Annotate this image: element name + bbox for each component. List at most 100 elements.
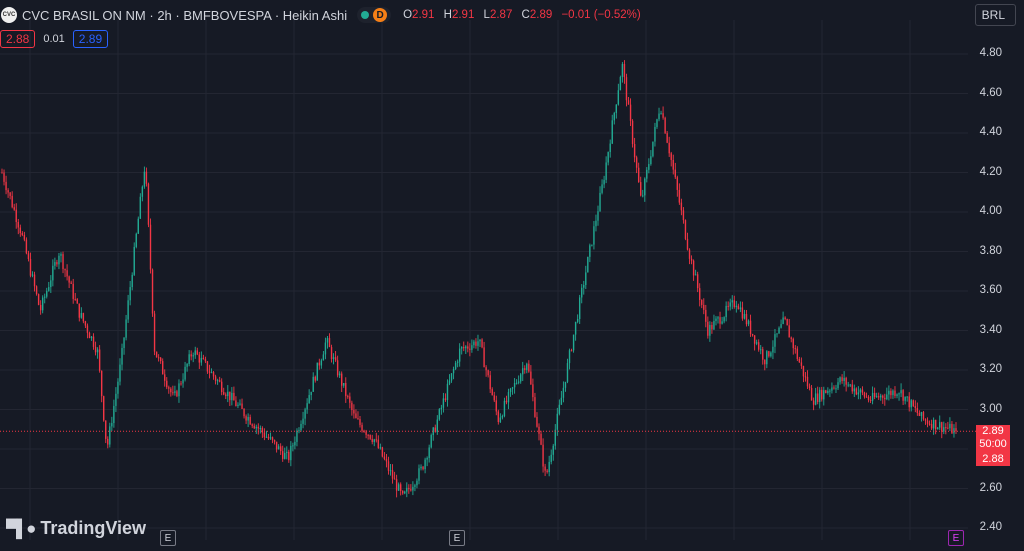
candle bbox=[243, 408, 245, 419]
candle bbox=[90, 335, 93, 341]
candle bbox=[875, 392, 878, 398]
candle bbox=[609, 139, 611, 158]
candle bbox=[847, 381, 849, 388]
candle bbox=[113, 399, 115, 428]
candle bbox=[200, 351, 203, 366]
symbol-logo[interactable]: CVC bbox=[1, 7, 17, 23]
candle bbox=[509, 387, 512, 397]
candle bbox=[713, 314, 715, 330]
candle bbox=[131, 272, 133, 291]
symbol-title[interactable]: CVC BRASIL ON NM · 2h · BMFBOVESPA · Hei… bbox=[22, 8, 347, 23]
candle bbox=[507, 388, 510, 410]
candle bbox=[886, 387, 888, 401]
candle bbox=[664, 116, 666, 135]
price-tick-label: 3.80 bbox=[979, 244, 1002, 257]
bar-countdown-label: 50:00 bbox=[976, 438, 1010, 452]
low-value: 2.87 bbox=[489, 9, 513, 21]
candle bbox=[448, 374, 451, 386]
candle bbox=[139, 193, 142, 219]
candle bbox=[432, 426, 434, 441]
candle bbox=[837, 377, 839, 390]
candle bbox=[37, 293, 40, 306]
candle bbox=[869, 396, 872, 404]
candle bbox=[467, 341, 469, 353]
candle bbox=[322, 351, 325, 361]
candle bbox=[855, 387, 858, 396]
candle bbox=[621, 62, 624, 83]
candle bbox=[739, 301, 742, 313]
candle bbox=[239, 399, 241, 406]
candle bbox=[255, 424, 257, 434]
candle bbox=[465, 345, 467, 355]
candle bbox=[644, 177, 646, 202]
candle bbox=[15, 203, 17, 229]
candle bbox=[326, 335, 329, 349]
tradingview-logo[interactable]: ▀▌● TradingView bbox=[6, 518, 146, 539]
candle bbox=[418, 464, 420, 485]
candle bbox=[19, 224, 22, 237]
candle bbox=[924, 418, 927, 425]
candle bbox=[406, 482, 408, 498]
candle bbox=[943, 421, 945, 435]
candle bbox=[833, 385, 835, 390]
candle bbox=[930, 419, 933, 431]
candle bbox=[330, 344, 333, 363]
candle bbox=[912, 399, 914, 408]
candle bbox=[477, 334, 479, 351]
candle bbox=[615, 104, 618, 119]
candle bbox=[13, 203, 15, 211]
open-value: 2.91 bbox=[412, 9, 435, 21]
candle bbox=[568, 348, 571, 370]
candle bbox=[536, 412, 538, 428]
candle bbox=[257, 423, 259, 435]
market-open-dot-icon bbox=[361, 11, 370, 19]
earnings-event-marker[interactable]: E bbox=[160, 530, 176, 546]
candle bbox=[574, 321, 577, 341]
currency-selector[interactable]: BRL bbox=[974, 4, 1016, 26]
candle bbox=[796, 346, 799, 362]
candle bbox=[603, 175, 605, 189]
candle bbox=[375, 432, 377, 443]
candle bbox=[764, 359, 766, 371]
candle bbox=[806, 370, 809, 389]
candle bbox=[416, 478, 418, 489]
market-status[interactable]: D bbox=[357, 7, 392, 23]
candle bbox=[743, 309, 746, 320]
candle bbox=[214, 374, 217, 385]
bid-price-box[interactable]: 2.88 bbox=[0, 30, 36, 48]
candle bbox=[808, 383, 811, 391]
candle bbox=[794, 345, 797, 354]
candle bbox=[247, 413, 249, 428]
candle bbox=[271, 436, 274, 444]
candle bbox=[576, 314, 579, 324]
candle bbox=[922, 411, 925, 421]
candle bbox=[279, 443, 282, 455]
candle bbox=[888, 385, 890, 401]
candle bbox=[849, 383, 851, 387]
candle bbox=[554, 424, 556, 450]
price-tick-label: 3.00 bbox=[979, 402, 1002, 415]
price-chart[interactable] bbox=[0, 0, 1024, 551]
candle bbox=[711, 321, 713, 334]
candle bbox=[692, 259, 695, 281]
future-earnings-event-marker[interactable]: E bbox=[948, 530, 964, 546]
data-delay-badge[interactable]: D bbox=[373, 8, 388, 22]
candle bbox=[786, 318, 788, 326]
candle bbox=[699, 283, 701, 307]
ask-price-box[interactable]: 2.89 bbox=[72, 30, 109, 48]
candle bbox=[275, 441, 278, 453]
candle bbox=[64, 268, 66, 278]
candle bbox=[237, 402, 239, 409]
candle bbox=[515, 379, 518, 385]
candle bbox=[898, 392, 900, 401]
candle bbox=[80, 307, 83, 319]
candle bbox=[941, 421, 943, 439]
earnings-event-marker[interactable]: E bbox=[449, 530, 465, 546]
candle bbox=[479, 339, 481, 348]
candle bbox=[412, 481, 414, 496]
candle bbox=[31, 271, 34, 278]
candle bbox=[149, 218, 152, 274]
candle bbox=[880, 393, 882, 401]
candle bbox=[450, 373, 453, 383]
candle bbox=[845, 376, 847, 392]
